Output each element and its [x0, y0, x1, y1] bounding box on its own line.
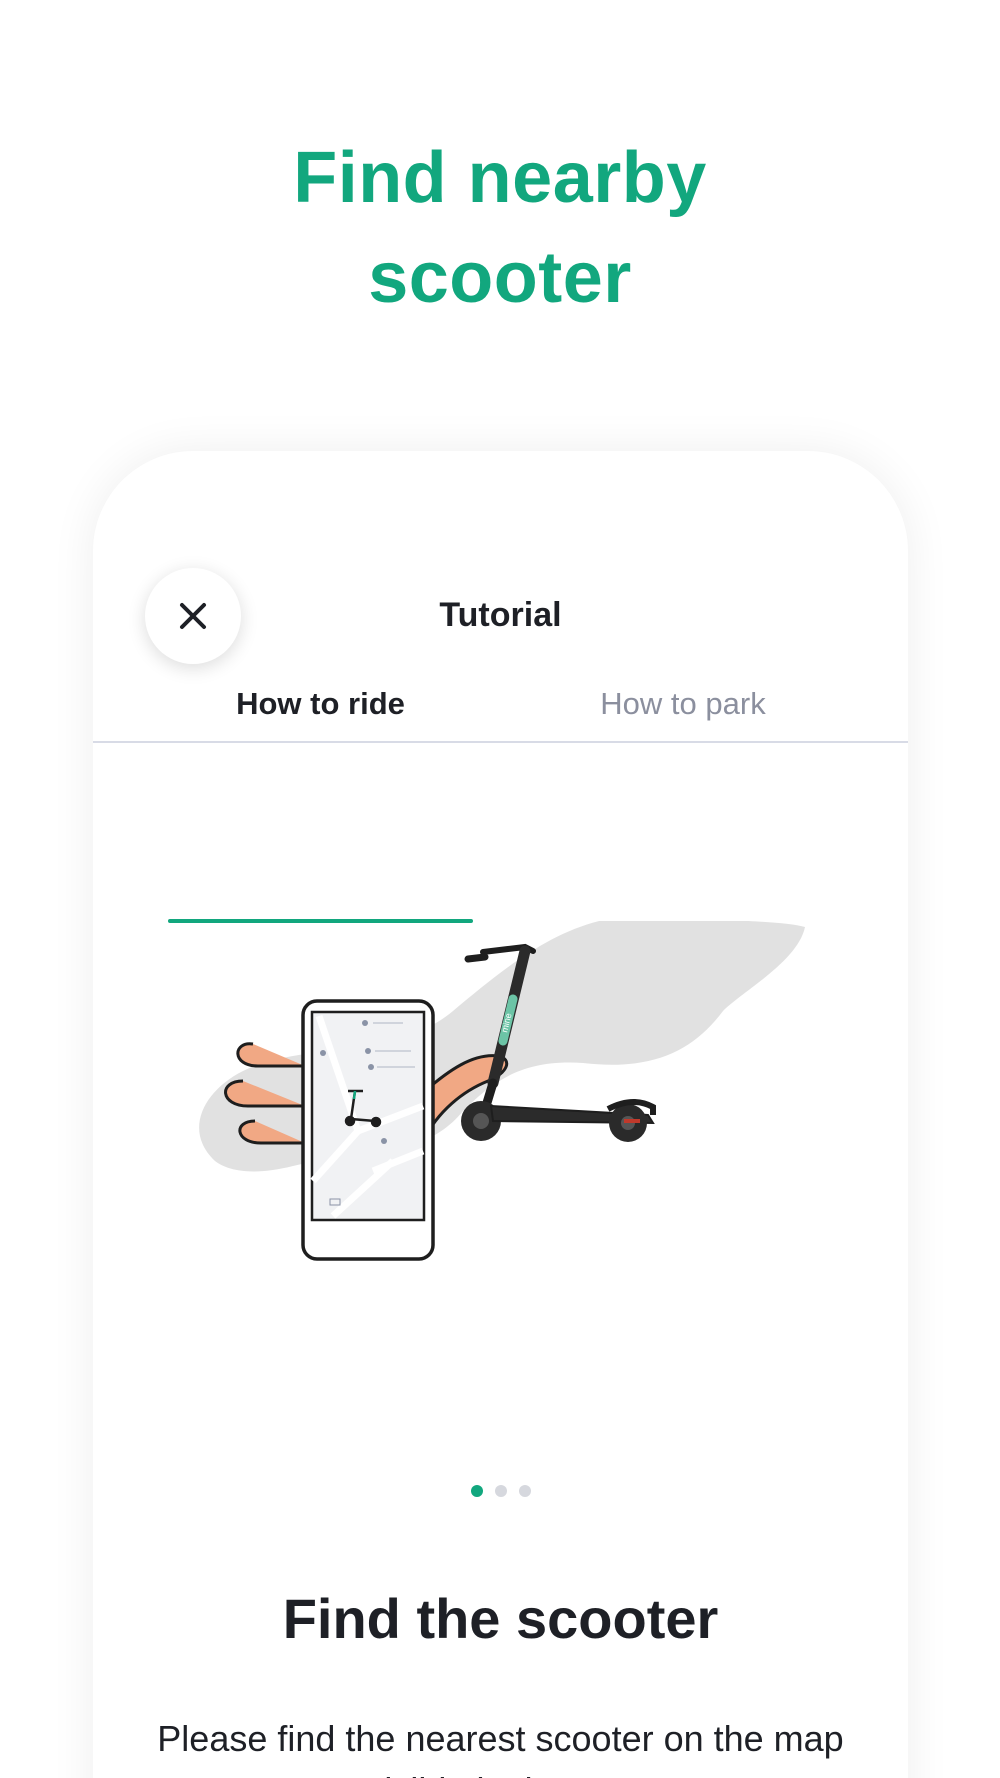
tutorial-illustration: mine [199, 921, 805, 1261]
headline-line-2: scooter [368, 238, 632, 318]
tutorial-modal: Tutorial How to ride How to park mine Fi… [93, 451, 908, 1778]
tab-how-to-park[interactable]: How to park [533, 686, 833, 741]
tab-bar: How to ride How to park [93, 686, 908, 923]
phone-icon [301, 999, 435, 1261]
step-description: Please find the nearest scooter on the m… [157, 1718, 844, 1778]
headline-line-1: Find nearby [293, 138, 707, 218]
tab-label: How to park [600, 686, 766, 721]
tab-label: How to ride [236, 686, 405, 721]
page-dot[interactable] [494, 1485, 507, 1497]
step-title: Find the scooter [282, 1587, 719, 1650]
tab-how-to-ride[interactable]: How to ride [168, 686, 473, 741]
page-dot-active[interactable] [470, 1485, 483, 1497]
page-headline: Find nearby scooter [0, 128, 1000, 328]
modal-title: Tutorial [439, 596, 562, 634]
page-indicator [93, 1485, 908, 1497]
tutorial-screen: Find nearby scooter Tutorial How to ride… [0, 0, 1000, 1778]
page-dot[interactable] [518, 1485, 531, 1497]
